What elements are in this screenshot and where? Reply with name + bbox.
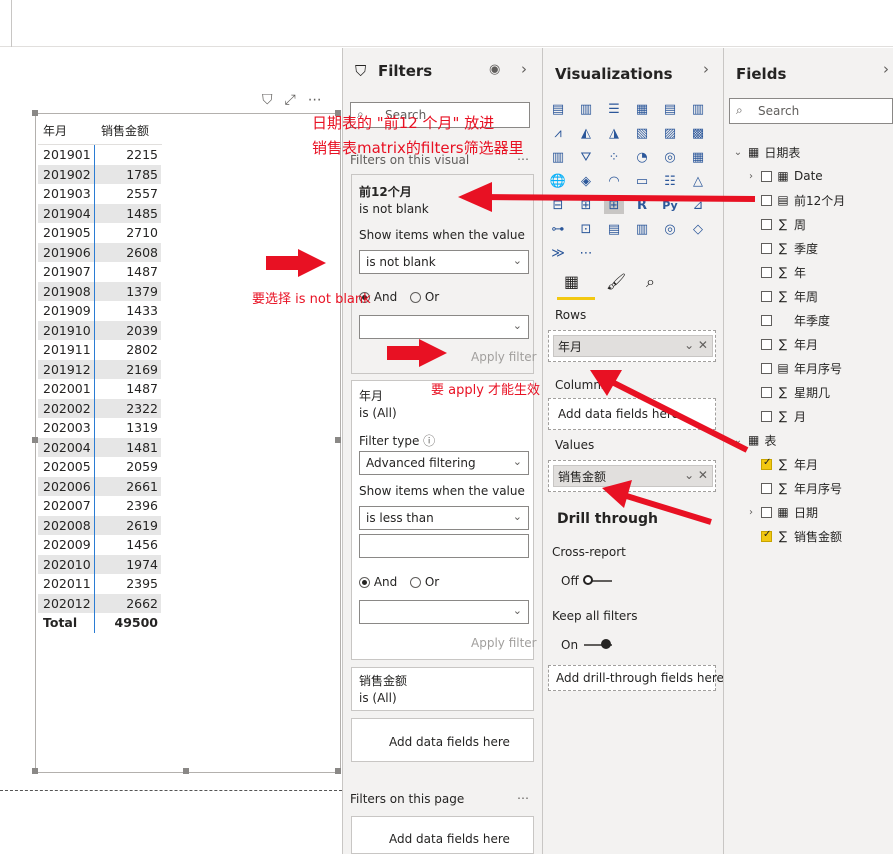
annotation-arrow [458,182,756,212]
annotation-arrow [387,339,447,367]
annotation-arrows [266,182,756,525]
annotation-arrow [590,370,749,453]
annotation-arrow [602,480,712,525]
annotation-arrow [266,249,326,277]
